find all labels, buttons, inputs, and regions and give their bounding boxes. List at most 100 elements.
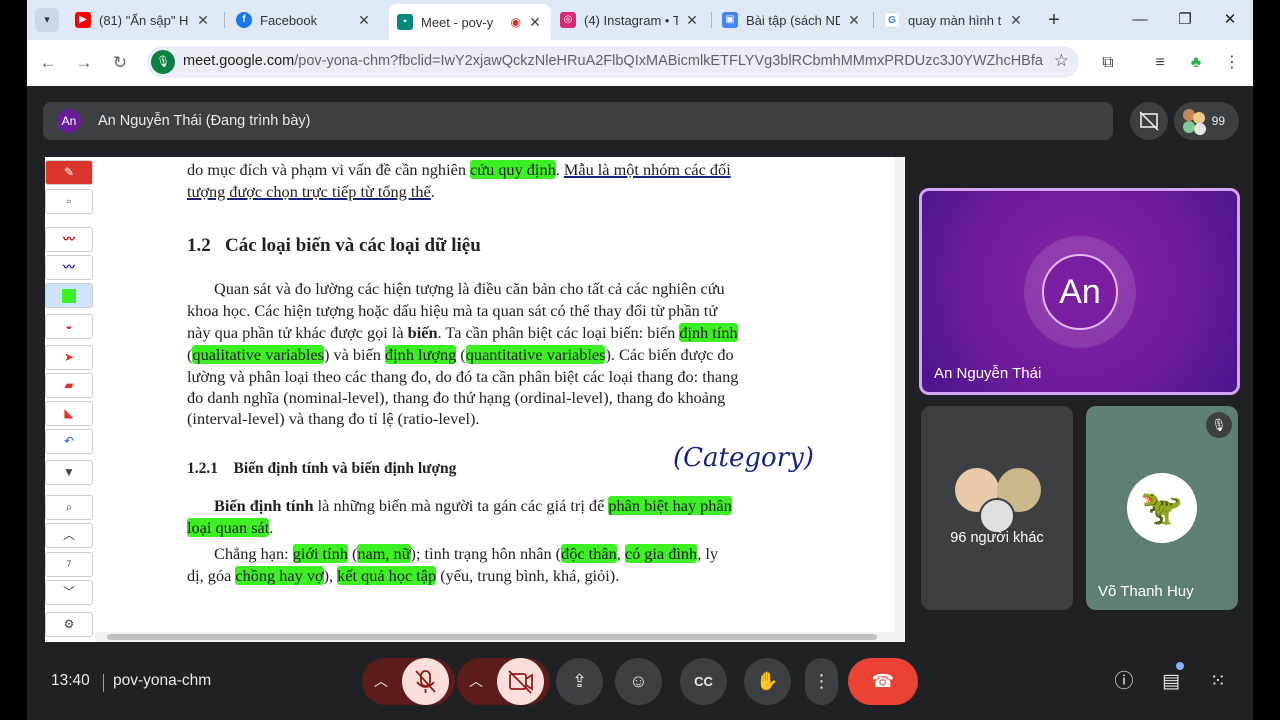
microphone-site-icon[interactable]: 🎙	[151, 50, 175, 74]
raise-hand-button[interactable]: ✋	[744, 658, 791, 705]
save-icon[interactable]: ▫	[45, 189, 93, 214]
tile-vo-thanh-huy[interactable]: 🎙 🦖 Võ Thanh Huy	[1086, 406, 1238, 610]
browser-toolbar: ← → ↻ 🎙 meet.google.com/pov-yona-chm?fbc…	[27, 40, 1253, 86]
section-title: Các loại biến và các loại dữ liệu	[225, 235, 481, 256]
tab-classroom[interactable]: ▣ Bài tập (sách NDT ✕	[714, 6, 870, 34]
captions-button[interactable]: CC	[680, 658, 727, 705]
meeting-time: 13:40	[51, 672, 90, 689]
doc-text: ) và biến	[323, 345, 386, 364]
back-button[interactable]: ←	[35, 50, 61, 76]
bold-text: biến	[407, 323, 438, 342]
profile-icon[interactable]: ♣	[1184, 51, 1208, 75]
tile-an-nguyen-thai[interactable]: An An Nguyễn Thái	[919, 188, 1240, 395]
browser-menu-icon[interactable]: ⋮	[1220, 51, 1244, 75]
meeting-info-icon[interactable]: ⓘ	[1111, 669, 1137, 695]
tab-search-button[interactable]: ▾	[35, 8, 59, 32]
scrollbar-thumb[interactable]	[107, 634, 877, 640]
blue-pen-icon[interactable]: 〰	[45, 255, 93, 280]
shared-screen: ✎ ▫ 〰 〰 ◒ ➤ ▰ ◣ ↶ ▼ ⌕ ︿ 7 ﹀ ⚙ do mục đíc…	[45, 157, 905, 642]
document-page: do mục đích và phạm vi vấn đề cần nghiên…	[95, 157, 905, 642]
close-window-button[interactable]: ✕	[1215, 8, 1245, 32]
address-bar[interactable]: 🎙 meet.google.com/pov-yona-chm?fbclid=Iw…	[147, 46, 1079, 78]
forward-button[interactable]: →	[71, 50, 97, 76]
more-options-button[interactable]: ⋮	[805, 658, 838, 705]
doc-text: , ly	[697, 544, 719, 563]
doc-text: này qua phần tử khác được gọi là	[187, 323, 408, 342]
url-text[interactable]: meet.google.com/pov-yona-chm?fbclid=IwY2…	[183, 53, 1043, 69]
undo-icon[interactable]: ↶	[45, 429, 93, 454]
tile-other-participants[interactable]: 96 người khác	[921, 406, 1073, 610]
highlighter-icon[interactable]	[45, 283, 93, 308]
leave-call-button[interactable]: ☎	[848, 658, 918, 705]
page-number[interactable]: 7	[45, 552, 93, 577]
highlighted-text: qualitative variables	[192, 345, 324, 364]
bold-text: Biến định tính	[214, 496, 314, 515]
close-tab-icon[interactable]: ✕	[195, 12, 211, 29]
hide-presentation-button[interactable]	[1130, 102, 1168, 140]
page-down-icon[interactable]: ﹀	[45, 580, 93, 605]
media-control-icon[interactable]: ≡	[1148, 51, 1172, 75]
pen-tool-icon[interactable]: ✎	[45, 160, 93, 185]
doc-text: (	[347, 544, 358, 563]
recording-indicator-icon: ◉	[510, 15, 521, 29]
minimize-button[interactable]: —	[1125, 8, 1155, 32]
doc-text: . Ta cần phân biệt các loại biến: biến	[437, 323, 680, 342]
doc-text: .	[269, 518, 274, 537]
reactions-button[interactable]: ☺	[615, 658, 662, 705]
tab-meet[interactable]: ▪ Meet - pov-y ◉ ✕	[389, 4, 551, 40]
subsection-title: Biến định tính và biến định lượng	[233, 460, 457, 477]
tab-divider	[224, 12, 225, 28]
close-tab-icon[interactable]: ✕	[1008, 12, 1024, 29]
subsection-number: 1.2.1	[187, 460, 218, 477]
close-tab-icon[interactable]: ✕	[684, 12, 700, 29]
avatar: 🦖	[1127, 473, 1197, 543]
pointer-icon[interactable]: ➤	[45, 345, 93, 370]
tab-facebook[interactable]: f Facebook ✕	[228, 6, 380, 34]
close-tab-icon[interactable]: ✕	[527, 14, 543, 31]
red-pen-icon[interactable]: 〰	[45, 227, 93, 252]
eraser-icon[interactable]: ▰	[45, 373, 93, 398]
tab-title: Meet - pov-y	[421, 14, 494, 30]
mic-off-icon: 🎙	[1206, 412, 1232, 438]
browser-chrome: ▾ ▶ (81) "Ấn sập" Hor ✕ f Facebook ✕ ▪ M…	[27, 0, 1253, 86]
tab-title: Facebook	[260, 12, 318, 28]
microphone-toggle-button[interactable]	[402, 658, 449, 705]
page-up-icon[interactable]: ︿	[45, 523, 93, 548]
section-number: 1.2	[187, 235, 211, 256]
dropdown-icon[interactable]: ▼	[45, 460, 93, 485]
tab-instagram[interactable]: ◎ (4) Instagram • Ti ✕	[552, 6, 708, 34]
camera-off-icon	[508, 670, 533, 694]
restore-button[interactable]: ❐	[1170, 8, 1200, 32]
participants-button[interactable]: 99	[1174, 102, 1239, 140]
close-tab-icon[interactable]: ✕	[846, 12, 862, 29]
avatar	[979, 498, 1015, 534]
camera-toggle-button[interactable]	[497, 658, 544, 705]
tab-google-search[interactable]: G quay màn hình tr ✕	[876, 6, 1032, 34]
horizontal-scrollbar[interactable]	[95, 632, 895, 642]
fill-icon[interactable]: ◒	[45, 314, 93, 339]
presentation-off-icon	[1139, 111, 1159, 131]
annotation-toolbar: ✎ ▫ 〰 〰 ◒ ➤ ▰ ◣ ↶ ▼ ⌕ ︿ 7 ﹀ ⚙	[45, 157, 95, 642]
new-tab-button[interactable]: +	[1042, 8, 1066, 32]
doc-text: Chẳng hạn:	[214, 544, 293, 563]
meet-icon: ▪	[397, 14, 413, 30]
activities-icon[interactable]: ⁙	[1205, 669, 1231, 695]
extensions-icon[interactable]: ⧉	[1096, 51, 1120, 75]
present-screen-icon: ⇪	[571, 671, 588, 691]
presenter-bar: An An Nguyễn Thái (Đang trình bày)	[43, 102, 1113, 140]
reload-button[interactable]: ↻	[107, 50, 133, 76]
presenter-label: An Nguyễn Thái (Đang trình bày)	[98, 113, 311, 129]
highlighted-text: kết quả học tập	[337, 566, 437, 585]
settings-gear-icon[interactable]: ⚙	[45, 612, 93, 637]
present-screen-button[interactable]: ⇪	[556, 658, 603, 705]
tab-youtube[interactable]: ▶ (81) "Ấn sập" Hor ✕	[67, 6, 219, 34]
chat-icon[interactable]: ▤	[1158, 669, 1184, 695]
zoom-icon[interactable]: ⌕	[45, 495, 93, 520]
highlighted-text: giới tính	[292, 544, 348, 563]
bookmark-star-icon[interactable]: ☆	[1054, 51, 1069, 71]
close-tab-icon[interactable]: ✕	[356, 12, 372, 29]
doc-text: dị, góa	[187, 566, 236, 585]
vertical-scrollbar[interactable]	[895, 157, 905, 642]
subsection-heading: 1.2.1 Biến định tính và biến định lượng	[187, 460, 456, 478]
clear-icon[interactable]: ◣	[45, 401, 93, 426]
